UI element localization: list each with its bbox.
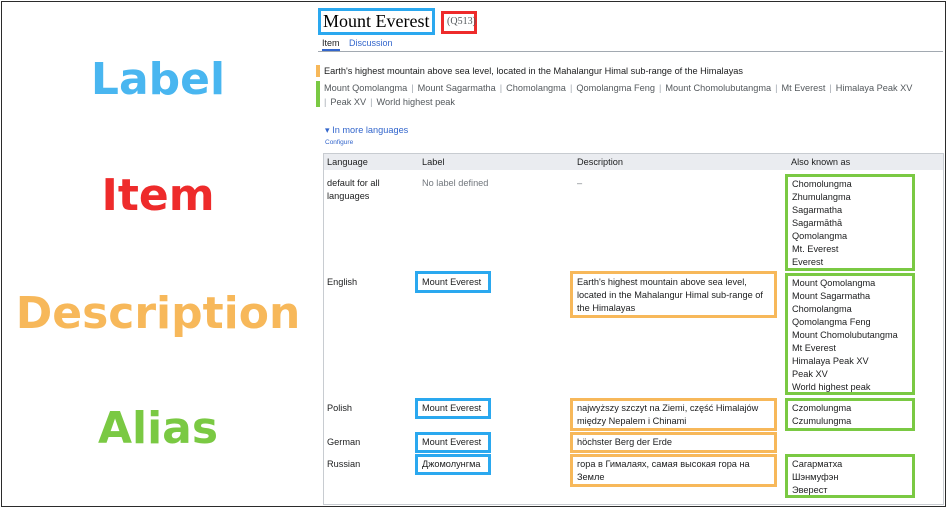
header-also-known-as: Also known as: [791, 157, 851, 167]
alias-list-russian: Сагарматха Шэнмуфэн Эверест: [792, 458, 842, 497]
tab-discussion[interactable]: Discussion: [349, 37, 393, 49]
legend-description-text: Description: [15, 288, 301, 339]
alias-item: World highest peak: [376, 97, 456, 107]
alias-list-polish: Czomolungma Czumulungma: [792, 402, 851, 428]
alias-item: Mount Chomolubutangma: [665, 83, 772, 93]
page-tabs: Item Discussion: [318, 37, 943, 52]
header-description: Description: [577, 157, 623, 167]
wikidata-page: Mount Everest (Q513) Item Discussion Ear…: [316, 0, 945, 506]
table-header: Language Label Description Also known as: [324, 154, 943, 170]
alias-entry: Сагарматха: [792, 459, 843, 469]
configure-link[interactable]: Configure: [325, 139, 353, 147]
alias-item: Peak XV: [330, 97, 367, 107]
row-language: Russian: [327, 459, 361, 469]
tab-item[interactable]: Item: [322, 37, 340, 51]
row-description: Earth's highest mountain above sea level…: [577, 277, 763, 313]
alias-item: Mount Qomolangma: [324, 83, 408, 93]
alias-entry: World highest peak: [792, 382, 871, 392]
alias-entry: Mount Sagarmatha: [792, 291, 871, 301]
row-description: гора в Гималаях, самая высокая гора на З…: [577, 459, 750, 482]
alias-entry: Qomolangma: [792, 231, 848, 241]
alias-entry: Mt Everest: [792, 343, 836, 353]
alias-item: Mount Sagarmatha: [417, 83, 496, 93]
legend-label-text: Label: [90, 54, 226, 105]
description-marker: [316, 65, 320, 77]
page-title: Mount Everest: [323, 11, 430, 31]
alias-entry: Peak XV: [792, 369, 828, 379]
row-description: höchster Berg der Erde: [577, 437, 672, 447]
alias-entry: Chomolungma: [792, 179, 852, 189]
row-label: Mount Everest: [422, 403, 482, 413]
alias-item: Chomolangma: [506, 83, 566, 93]
alias-entry: Zhumulangma: [792, 192, 851, 202]
alias-list-default: Chomolungma Zhumulangma Sagarmatha Sagar…: [792, 178, 852, 269]
item-id-value: Q513: [450, 16, 473, 27]
alias-entry: Mt. Everest: [792, 244, 839, 254]
alias-entry: Эверест: [792, 485, 828, 495]
alias-entry: Czomolungma: [792, 403, 852, 413]
alias-item: Mt Everest: [781, 83, 826, 93]
row-description-empty: –: [577, 178, 583, 188]
row-label: Mount Everest: [422, 277, 482, 287]
alias-entry: Sagarmāthā: [792, 218, 843, 228]
alias-list-english: Mount Qomolangma Mount Sagarmatha Chomol…: [792, 277, 898, 394]
alias-item: Qomolangma Feng: [576, 83, 655, 93]
alias-entry: Mount Qomolangma: [792, 278, 876, 288]
row-description: najwyższy szczyt na Ziemi, część Himalaj…: [577, 403, 759, 426]
alias-entry: Qomolangma Feng: [792, 317, 871, 327]
alias-entry: Sagarmatha: [792, 205, 843, 215]
row-label: Mount Everest: [422, 437, 482, 447]
alias-marker: [316, 81, 320, 107]
item-aliases: Mount Qomolangma | Mount Sagarmatha | Chomol…: [324, 83, 913, 107]
in-more-languages-toggle[interactable]: ▾ In more languages: [325, 124, 408, 136]
alias-item: Himalaya Peak XV: [835, 83, 913, 93]
row-label: Джомолунгма: [422, 459, 481, 469]
row-language: English: [327, 277, 358, 287]
item-description: Earth's highest mountain above sea level…: [324, 66, 744, 76]
header-language: Language: [327, 157, 368, 167]
legend-item-text: Item: [101, 170, 215, 221]
alias-entry: Шэнмуфэн: [792, 472, 839, 482]
alias-entry: Himalaya Peak XV: [792, 356, 869, 366]
row-label-empty: No label defined: [422, 178, 489, 188]
legend-alias-text: Alias: [97, 403, 219, 454]
alias-entry: Chomolangma: [792, 304, 852, 314]
alias-entry: Everest: [792, 257, 824, 267]
item-id: (Q513): [447, 16, 476, 27]
languages-table: Language Label Description Also known as…: [323, 153, 944, 505]
row-language: German: [327, 437, 361, 447]
alias-entry: Czumulungma: [792, 416, 852, 426]
alias-entry: Mount Chomolubutangma: [792, 330, 898, 340]
row-language: default for all languages: [327, 178, 380, 201]
row-language: Polish: [327, 403, 353, 413]
header-label: Label: [422, 157, 445, 167]
